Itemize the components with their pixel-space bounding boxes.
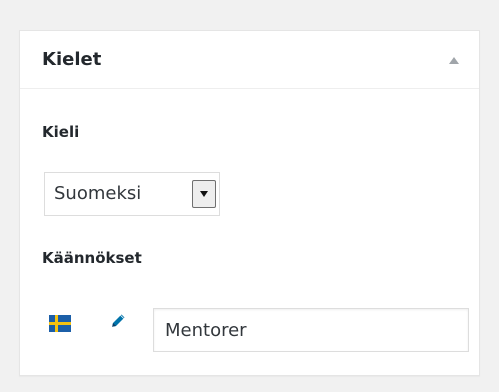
translation-input[interactable]: [153, 308, 469, 352]
language-label: Kieli: [42, 123, 80, 141]
language-select-value: Suomeksi: [54, 183, 142, 204]
pencil-icon[interactable]: [110, 313, 126, 329]
sweden-flag-icon: [49, 315, 71, 332]
metabox-title: Kielet: [42, 49, 102, 70]
language-select[interactable]: Suomeksi: [44, 172, 220, 216]
metabox-header[interactable]: Kielet: [20, 31, 479, 89]
collapse-toggle-icon[interactable]: [449, 57, 459, 64]
translations-label: Käännökset: [42, 249, 142, 267]
chevron-down-icon[interactable]: [192, 180, 216, 208]
languages-metabox: Kielet Kieli Suomeksi Käännökset: [19, 30, 480, 376]
